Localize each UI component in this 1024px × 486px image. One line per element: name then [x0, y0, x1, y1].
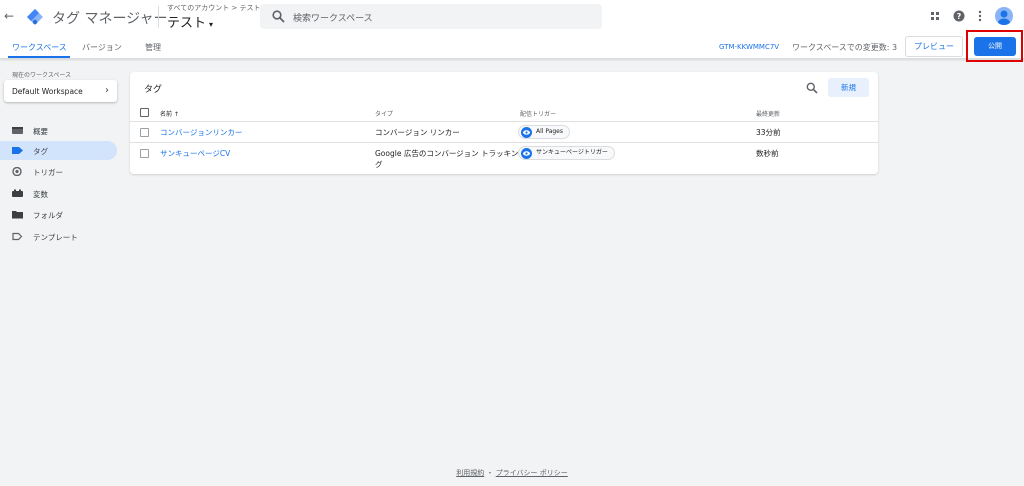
sidebar-item-label: 概要	[33, 127, 48, 136]
column-header-name[interactable]: 名前 ↑	[160, 109, 179, 118]
tab-workspace[interactable]: ワークスペース	[12, 42, 67, 53]
account-name: テスト	[167, 16, 207, 31]
trigger-name: All Pages	[536, 128, 563, 135]
pageview-trigger-icon	[521, 127, 532, 138]
tab-versions[interactable]: バージョン	[82, 42, 122, 53]
table-row[interactable]: コンバージョンリンカー コンバージョン リンカー All Pages 33分前	[130, 122, 878, 143]
sidebar-item-templates[interactable]: テンプレート	[0, 227, 117, 246]
table-row[interactable]: サンキューページCV Google 広告のコンバージョン トラッキング サンキュ…	[130, 143, 878, 172]
workspace-selector[interactable]: Default Workspace ›	[4, 80, 117, 102]
footer-separator: ・	[486, 469, 494, 477]
column-header-type[interactable]: タイプ	[375, 109, 393, 118]
tag-manager-logo-icon	[27, 9, 43, 25]
account-avatar-icon[interactable]	[995, 7, 1013, 25]
row-checkbox[interactable]	[140, 128, 149, 137]
row-checkbox[interactable]	[140, 149, 149, 158]
column-header-trigger[interactable]: 配信トリガー	[520, 109, 556, 118]
overview-icon	[12, 127, 23, 134]
trigger-chip[interactable]: サンキューページトリガー	[518, 146, 615, 160]
workspace-name: Default Workspace	[12, 87, 83, 96]
container-id[interactable]: GTM-KKWMMC7V	[719, 43, 779, 51]
sidebar-item-label: タグ	[33, 147, 48, 156]
new-tag-button[interactable]: 新規	[828, 78, 869, 97]
tag-type: コンバージョン リンカー	[375, 128, 460, 137]
tag-name-link[interactable]: サンキューページCV	[160, 148, 230, 159]
sidebar-item-label: トリガー	[33, 168, 63, 177]
terms-link[interactable]: 利用規約	[456, 469, 484, 477]
chevron-down-icon: ▾	[209, 20, 214, 29]
variables-icon	[12, 189, 23, 197]
template-icon	[12, 232, 23, 241]
search-placeholder: 検索ワークスペース	[293, 14, 373, 24]
select-all-checkbox[interactable]	[140, 108, 149, 117]
tag-name-link[interactable]: コンバージョンリンカー	[160, 127, 242, 138]
sidebar-item-variables[interactable]: 変数	[0, 184, 117, 203]
tag-icon	[12, 147, 23, 154]
top-app-bar: ← タグ マネージャー すべてのアカウント > テスト テスト ▾ 検索ワークスペ…	[0, 0, 1024, 34]
sidebar-item-label: 変数	[33, 190, 48, 199]
card-title: タグ	[144, 85, 163, 95]
chevron-right-icon: ›	[105, 85, 109, 96]
search-icon	[272, 10, 285, 23]
sidebar-item-triggers[interactable]: トリガー	[0, 162, 117, 181]
help-icon[interactable]: ?	[953, 10, 965, 22]
trigger-name: サンキューページトリガー	[536, 149, 608, 156]
sidebar-item-overview[interactable]: 概要	[0, 121, 117, 140]
back-arrow-icon[interactable]: ←	[4, 9, 14, 23]
pageview-trigger-icon	[521, 148, 532, 159]
sidebar-item-label: フォルダ	[33, 211, 63, 220]
app-title: タグ マネージャー	[52, 11, 168, 27]
search-icon[interactable]	[806, 82, 818, 94]
privacy-link[interactable]: プライバシー ポリシー	[496, 469, 568, 477]
tab-admin[interactable]: 管理	[145, 42, 161, 53]
folder-icon	[12, 211, 23, 219]
active-tab-indicator	[8, 56, 70, 58]
tag-type: Google 広告のコンバージョン トラッキング	[375, 149, 519, 169]
search-input[interactable]: 検索ワークスペース	[260, 4, 602, 29]
divider	[158, 6, 159, 28]
last-updated: 33分前	[756, 128, 781, 137]
account-switcher[interactable]: テスト ▾	[167, 12, 213, 31]
sidebar-item-tags[interactable]: タグ	[0, 141, 117, 160]
highlight-box	[966, 30, 1023, 62]
trigger-icon	[12, 167, 22, 176]
table-header: 名前 ↑ タイプ 配信トリガー 最終更新	[130, 104, 878, 122]
last-updated: 数秒前	[756, 149, 779, 158]
sidebar-item-folders[interactable]: フォルダ	[0, 205, 117, 224]
current-workspace-label: 現在のワークスペース	[12, 72, 72, 79]
more-vert-icon[interactable]	[977, 10, 983, 22]
tags-card: タグ 新規 名前 ↑ タイプ 配信トリガー 最終更新 コンバージョンリンカー コ…	[130, 72, 878, 174]
preview-button[interactable]: プレビュー	[905, 36, 963, 57]
sidebar-item-label: テンプレート	[33, 233, 78, 242]
workspace-changes-count: ワークスペースでの変更数: 3	[792, 43, 898, 52]
workspace-tabs-bar: ワークスペース バージョン 管理 GTM-KKWMMC7V ワークスペースでの変…	[0, 34, 1024, 59]
apps-grid-icon[interactable]	[929, 10, 941, 22]
svg-text:?: ?	[957, 12, 962, 21]
column-header-updated[interactable]: 最終更新	[756, 109, 780, 118]
footer: 利用規約 ・ プライバシー ポリシー	[0, 468, 1024, 478]
trigger-chip[interactable]: All Pages	[518, 125, 570, 139]
